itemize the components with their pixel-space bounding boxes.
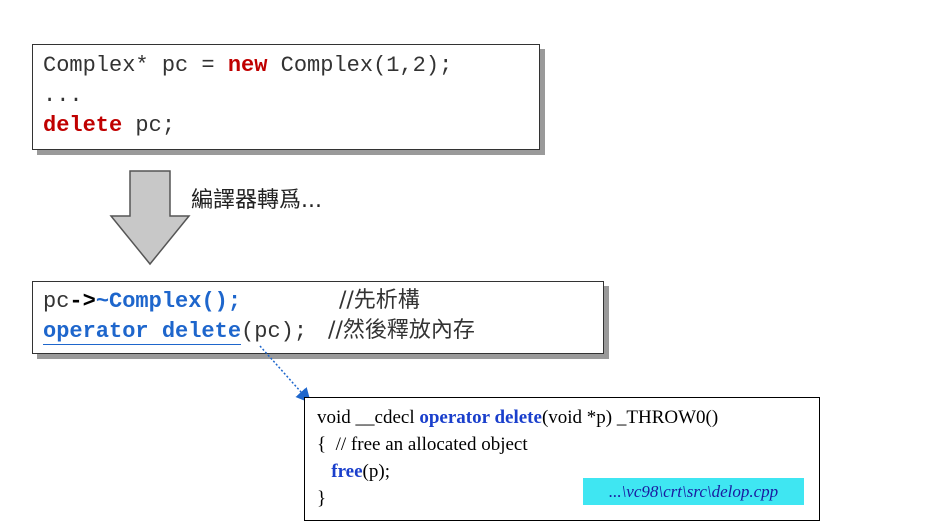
source-line-comment: { // free an allocated object [317,434,528,455]
source-file-path: ...\vc98\crt\src\delop.cpp [583,478,804,505]
code-text: void __cdecl [317,407,420,428]
free-keyword: free [331,461,363,482]
operator-delete-keyword: operator delete [419,407,542,428]
code-text: (p); [362,461,390,482]
source-line-signature: void __cdecl operator delete(void *p) _T… [317,404,807,431]
code-text: (void *p) _THROW0() [541,407,719,428]
